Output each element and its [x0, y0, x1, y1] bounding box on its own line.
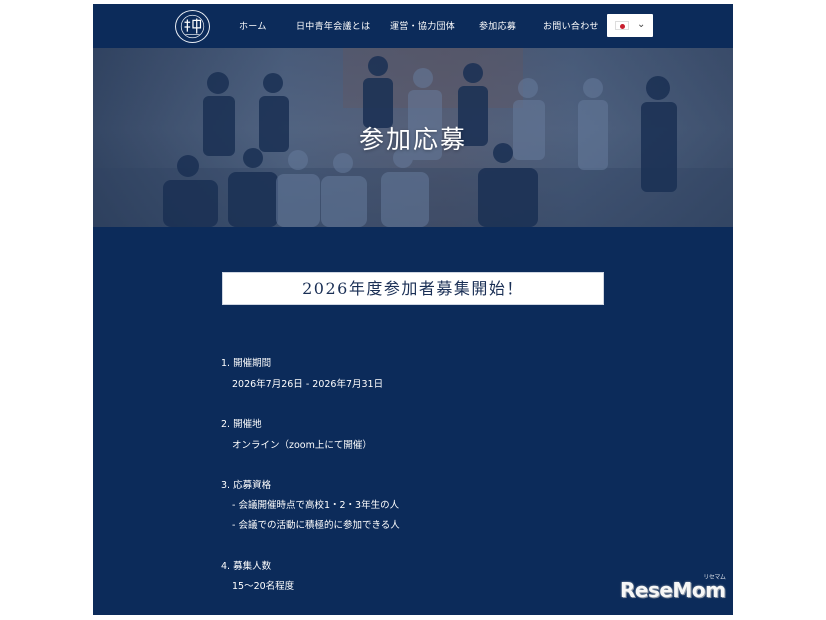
section-value-venue: オンライン（zoom上にて開催）	[232, 440, 372, 451]
page-title: 参加応募	[358, 125, 467, 154]
nav-item-apply[interactable]: 参加応募	[479, 19, 516, 32]
section-heading-period: 1. 開催期間	[221, 358, 272, 369]
hero-banner: 参加応募	[93, 48, 733, 227]
page-container: ホーム 日中青年会議とは 運営・協力団体 参加応募 お問い合わせ ⌄ 参加応募 …	[93, 4, 733, 615]
nav-item-home[interactable]: ホーム	[239, 19, 267, 32]
resemom-watermark: ReseMom リセマム	[620, 574, 726, 602]
section-value-capacity: 15〜20名程度	[232, 581, 295, 592]
section-value-eligibility-2: - 会議での活動に積極的に参加できる人	[232, 520, 400, 531]
japan-flag-icon	[615, 21, 629, 30]
watermark-small-text: リセマム	[703, 574, 726, 581]
language-selector[interactable]: ⌄	[607, 14, 653, 37]
nav-item-about[interactable]: 日中青年会議とは	[296, 19, 370, 32]
recruitment-banner: 2026年度参加者募集開始！	[222, 272, 604, 305]
site-header: ホーム 日中青年会議とは 運営・協力団体 参加応募 お問い合わせ ⌄	[93, 4, 733, 48]
site-logo-icon[interactable]	[175, 10, 210, 43]
nav-item-organizers[interactable]: 運営・協力団体	[390, 19, 455, 32]
section-heading-venue: 2. 開催地	[221, 419, 262, 430]
section-heading-eligibility: 3. 応募資格	[221, 480, 272, 491]
chevron-down-icon: ⌄	[637, 19, 646, 30]
section-value-eligibility-1: - 会議開催時点で高校1・2・3年生の人	[232, 500, 400, 511]
section-value-period: 2026年7月26日 - 2026年7月31日	[232, 379, 384, 390]
nav-item-contact[interactable]: お問い合わせ	[543, 19, 599, 32]
watermark-text: ReseMom	[620, 578, 726, 602]
section-heading-capacity: 4. 募集人数	[221, 561, 272, 572]
